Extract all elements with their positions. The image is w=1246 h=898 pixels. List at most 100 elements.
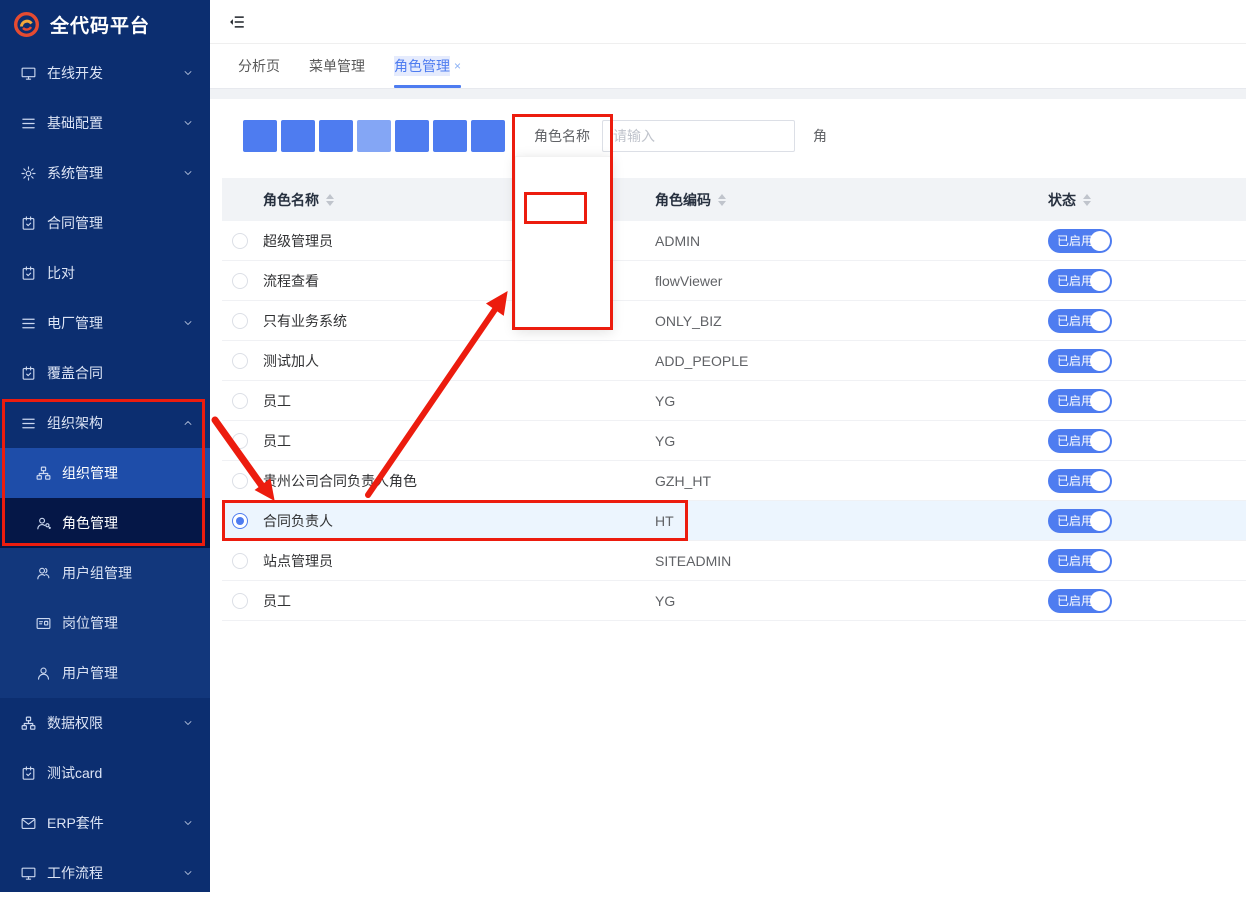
toolbar-button[interactable] — [357, 120, 391, 152]
chevron-down-icon — [182, 817, 194, 829]
sidebar-item-label: 工作流程 — [47, 863, 182, 883]
role-name-input[interactable] — [602, 120, 795, 152]
status-toggle[interactable]: 已启用 — [1048, 549, 1112, 573]
dropdown-item[interactable] — [516, 195, 611, 227]
toggle-knob — [1090, 551, 1110, 571]
toolbar-button[interactable] — [395, 120, 429, 152]
sidebar-item[interactable]: 比对 — [0, 248, 210, 298]
toolbar-button[interactable] — [281, 120, 315, 152]
tab-label: 分析页 — [238, 56, 280, 76]
sidebar-item[interactable]: 基础配置 — [0, 98, 210, 148]
sidebar-item[interactable]: 用户组管理 — [0, 548, 210, 598]
status-toggle[interactable]: 已启用 — [1048, 509, 1112, 533]
tab-close-icon[interactable]: × — [454, 59, 461, 73]
role-name-cell: 站点管理员 — [263, 551, 655, 571]
role-name-cell: 贵州公司合同负责人角色 — [263, 471, 655, 491]
toolbar-button[interactable] — [319, 120, 353, 152]
table-row[interactable]: 超级管理员 ADMIN 已启用 — [222, 221, 1246, 261]
status-label: 已启用 — [1057, 474, 1093, 488]
table-row[interactable]: 合同负责人 HT 已启用 — [222, 501, 1246, 541]
usergroup-icon — [35, 565, 52, 582]
status-label: 已启用 — [1057, 314, 1093, 328]
chevron-down-icon — [182, 67, 194, 79]
column-header[interactable]: 状态 — [1048, 190, 1246, 210]
sidebar-item[interactable]: 岗位管理 — [0, 598, 210, 648]
status-toggle[interactable]: 已启用 — [1048, 429, 1112, 453]
row-radio[interactable] — [232, 233, 248, 249]
role-name-cell: 合同负责人 — [263, 511, 655, 531]
status-toggle[interactable]: 已启用 — [1048, 269, 1112, 293]
tab[interactable]: 菜单管理 — [309, 44, 365, 88]
row-radio[interactable] — [232, 273, 248, 289]
role-name-cell: 员工 — [263, 391, 655, 411]
status-toggle[interactable]: 已启用 — [1048, 229, 1112, 253]
role-name-cell: 测试加人 — [263, 351, 655, 371]
row-radio[interactable] — [232, 353, 248, 369]
table-row[interactable]: 贵州公司合同负责人角色 GZH_HT 已启用 — [222, 461, 1246, 501]
status-label: 已启用 — [1057, 274, 1093, 288]
menu-fold-icon[interactable] — [228, 13, 246, 31]
table-row[interactable]: 员工 YG 已启用 — [222, 581, 1246, 621]
contract-icon — [20, 365, 37, 382]
tab[interactable]: 角色管理 × — [394, 44, 461, 88]
sidebar-item-label: 测试card — [47, 763, 194, 783]
status-toggle[interactable]: 已启用 — [1048, 389, 1112, 413]
sidebar-item[interactable]: 覆盖合同 — [0, 348, 210, 398]
row-radio[interactable] — [232, 473, 248, 489]
toolbar-button[interactable] — [433, 120, 467, 152]
sidebar-item[interactable]: ERP套件 — [0, 798, 210, 848]
toggle-knob — [1090, 271, 1110, 291]
sidebar-item[interactable]: 用户管理 — [0, 648, 210, 698]
dropdown-item[interactable] — [516, 163, 611, 195]
table-row[interactable]: 员工 YG 已启用 — [222, 381, 1246, 421]
toggle-knob — [1090, 231, 1110, 251]
toolbar-button[interactable] — [471, 120, 505, 152]
dropdown-item[interactable] — [516, 227, 611, 259]
row-radio[interactable] — [232, 553, 248, 569]
chevron-down-icon — [182, 867, 194, 879]
table-row[interactable]: 测试加人 ADD_PEOPLE 已启用 — [222, 341, 1246, 381]
row-radio[interactable] — [232, 393, 248, 409]
status-toggle[interactable]: 已启用 — [1048, 349, 1112, 373]
status-toggle[interactable]: 已启用 — [1048, 309, 1112, 333]
sidebar-item[interactable]: 在线开发 — [0, 48, 210, 98]
dropdown-list — [516, 163, 611, 323]
status-toggle[interactable]: 已启用 — [1048, 469, 1112, 493]
contract-icon — [20, 215, 37, 232]
dropdown-item[interactable] — [516, 259, 611, 291]
row-radio[interactable] — [232, 513, 248, 529]
column-header[interactable]: 角色编码 — [655, 190, 1048, 210]
sidebar-item-label: 数据权限 — [47, 713, 182, 733]
dropdown-item[interactable] — [516, 291, 611, 323]
status-label: 已启用 — [1057, 234, 1093, 248]
sidebar-item-label: 电厂管理 — [47, 313, 182, 333]
sidebar-item[interactable]: 测试card — [0, 748, 210, 798]
tab[interactable]: 分析页 — [238, 44, 280, 88]
sidebar-item[interactable]: 组织架构 — [0, 398, 210, 448]
list-icon — [20, 315, 37, 332]
row-radio[interactable] — [232, 313, 248, 329]
table-row[interactable]: 站点管理员 SITEADMIN 已启用 — [222, 541, 1246, 581]
gear-icon — [20, 165, 37, 182]
chevron-down-icon — [182, 317, 194, 329]
sidebar-item[interactable]: 合同管理 — [0, 198, 210, 248]
row-radio[interactable] — [232, 433, 248, 449]
toolbar-button[interactable] — [243, 120, 277, 152]
role-code-cell: SITEADMIN — [655, 553, 1048, 569]
status-toggle[interactable]: 已启用 — [1048, 589, 1112, 613]
sidebar-item[interactable]: 组织管理 — [0, 448, 210, 498]
sidebar-item[interactable]: 数据权限 — [0, 698, 210, 748]
tab-bar: 分析页 菜单管理 角色管理 × — [210, 44, 1246, 89]
sidebar-item[interactable]: 电厂管理 — [0, 298, 210, 348]
role-code-cell: ADMIN — [655, 233, 1048, 249]
table-row[interactable]: 只有业务系统 ONLY_BIZ 已启用 — [222, 301, 1246, 341]
row-radio[interactable] — [232, 593, 248, 609]
monitor-icon — [20, 65, 37, 82]
table-row[interactable]: 流程查看 flowViewer 已启用 — [222, 261, 1246, 301]
table-row[interactable]: 员工 YG 已启用 — [222, 421, 1246, 461]
sidebar-item[interactable]: 系统管理 — [0, 148, 210, 198]
status-label: 已启用 — [1057, 514, 1093, 528]
sidebar-item[interactable]: 工作流程 — [0, 848, 210, 898]
sidebar-item[interactable]: 角色管理 — [0, 498, 210, 548]
role-name-label: 角色名称 — [534, 126, 590, 146]
